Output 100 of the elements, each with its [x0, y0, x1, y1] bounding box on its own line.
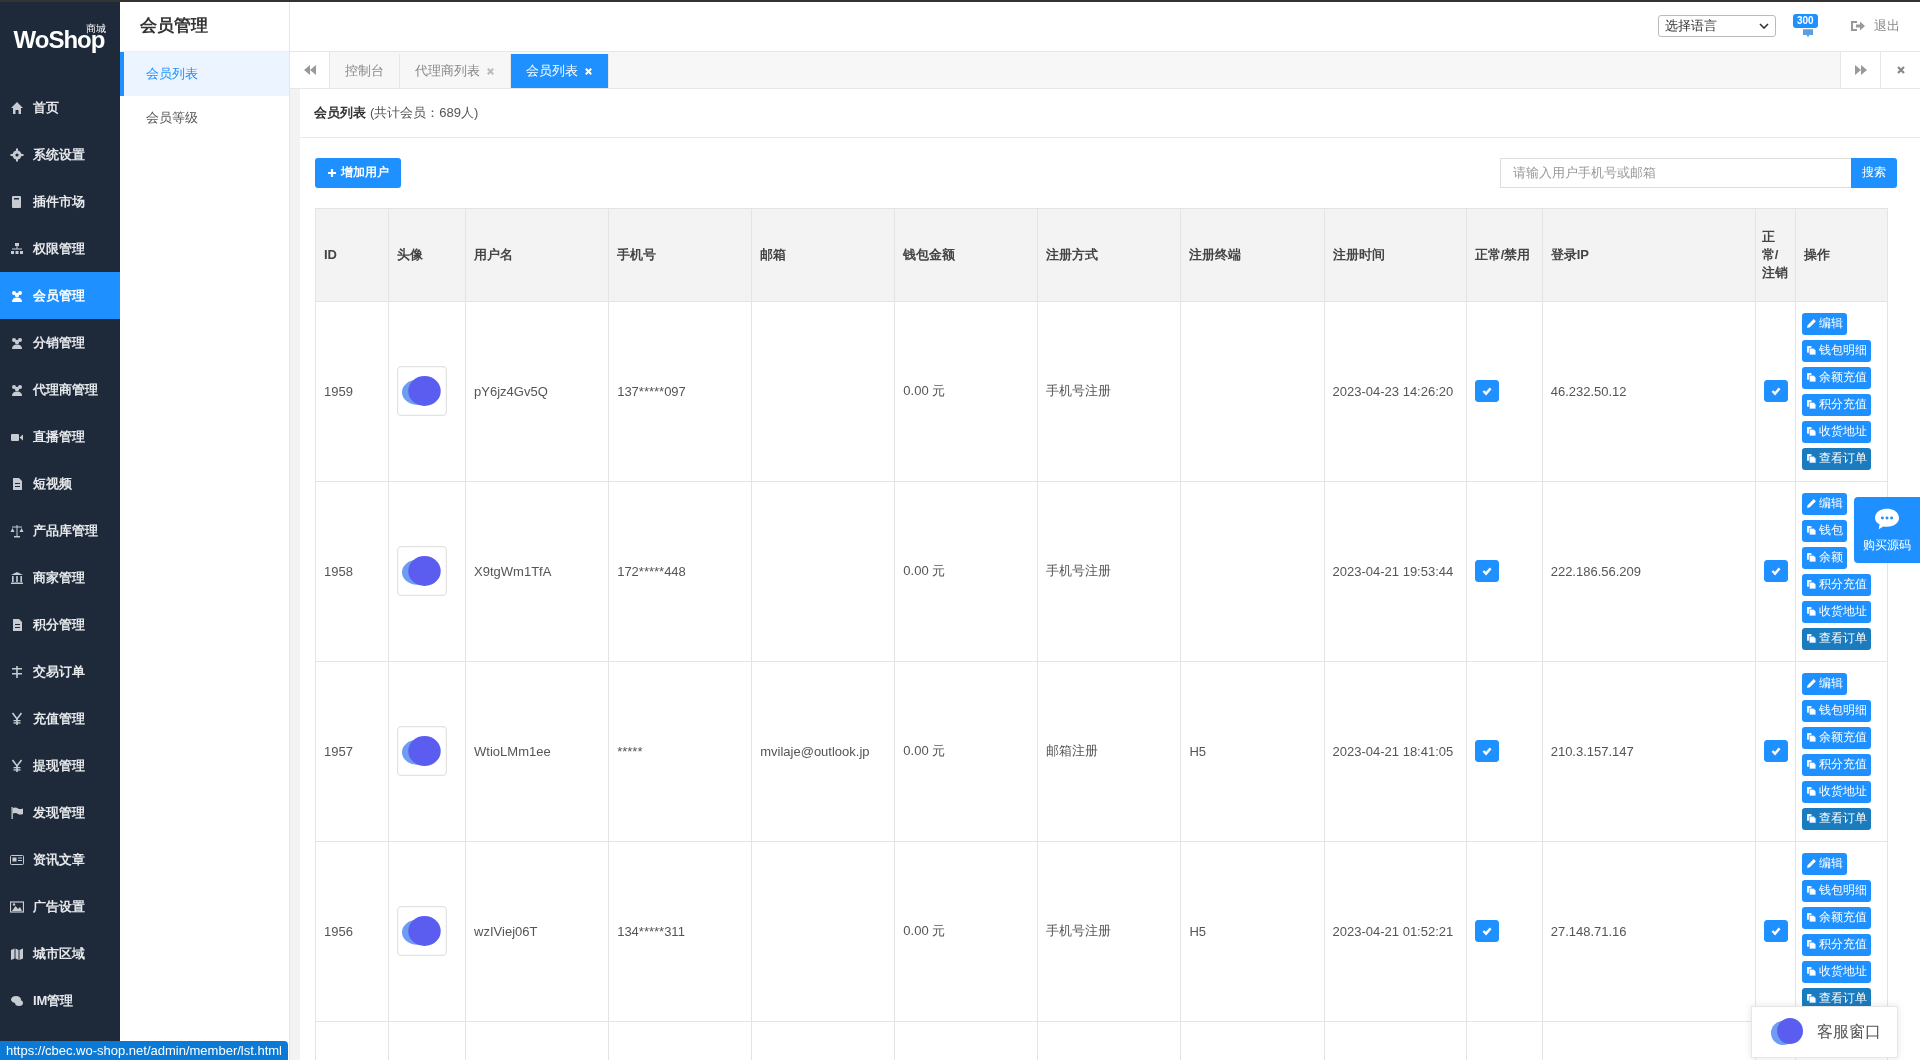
close-all-button[interactable] [1880, 52, 1920, 88]
table-cell: 2023-04-23 14:26:20 [1332, 383, 1454, 399]
copy-icon [1805, 453, 1817, 465]
action-button[interactable]: 收货地址 [1801, 600, 1871, 623]
table-cell: 手机号注册 [1046, 563, 1112, 579]
sidebar-item[interactable]: 权限管理 [0, 225, 120, 272]
action-button[interactable]: 积分充值 [1801, 933, 1871, 956]
check-icon [1769, 385, 1782, 398]
submenu-item[interactable]: 会员列表 [120, 52, 289, 96]
action-button[interactable]: 余额充值 [1801, 366, 1871, 389]
people-icon [10, 335, 24, 350]
table-cell: 0.00 元 [903, 383, 946, 399]
checkbox[interactable] [1763, 380, 1788, 403]
checkbox[interactable] [1763, 920, 1788, 943]
add-user-button[interactable]: 增加用户 [315, 157, 401, 188]
action-button[interactable]: 收货地址 [1801, 780, 1871, 803]
action-button[interactable]: 查看订单 [1801, 447, 1871, 470]
home-icon [10, 100, 24, 115]
action-button[interactable]: 查看订单 [1801, 627, 1871, 650]
image-icon [10, 899, 24, 914]
action-button[interactable]: 收货地址 [1801, 960, 1871, 983]
sidebar-item[interactable]: 直播管理 [0, 413, 120, 460]
action-button[interactable]: 钱包 [1801, 519, 1847, 542]
sidebar-item[interactable]: 发现管理 [0, 789, 120, 836]
search-field[interactable]: 请输入用户手机号或邮箱 [1500, 157, 1851, 188]
action-button[interactable]: 编辑 [1801, 492, 1847, 515]
sidebar-item[interactable]: 插件市场 [0, 178, 120, 225]
action-button[interactable]: 积分充值 [1801, 573, 1871, 596]
sidebar-item[interactable]: 产品库管理 [0, 507, 120, 554]
scroll-left-button[interactable] [290, 52, 330, 88]
language-select[interactable]: 选择语言 [1658, 14, 1776, 37]
checkbox[interactable] [1474, 380, 1499, 403]
action-button[interactable]: 钱包明细 [1801, 339, 1871, 362]
table-cell: 46.232.50.12 [1550, 383, 1627, 399]
sidebar-item[interactable]: 商家管理 [0, 554, 120, 601]
table-cell: 222.186.56.209 [1550, 563, 1642, 579]
sidebar-item[interactable]: 系统设置 [0, 131, 120, 178]
bank-icon [10, 570, 24, 585]
member-count: (共计会员：689人) [370, 103, 479, 122]
column-header: 头像 [388, 208, 466, 302]
search-button[interactable]: 搜索 [1851, 157, 1897, 188]
checkbox[interactable] [1474, 560, 1499, 583]
sidebar-item[interactable]: 提现管理 [0, 742, 120, 789]
logout-link[interactable]: 退出 [1850, 16, 1900, 35]
tab[interactable]: 会员列表 [511, 54, 609, 88]
customer-service-popup[interactable]: 客服窗口 [1751, 1006, 1898, 1058]
tab[interactable]: 控制台 [330, 54, 400, 88]
checkbox[interactable] [1474, 740, 1499, 763]
table-cell: 1957 [324, 743, 353, 759]
checkbox[interactable] [1474, 920, 1499, 943]
table-cell: 1956 [324, 923, 353, 939]
action-button[interactable]: 积分充值 [1801, 753, 1871, 776]
action-button[interactable]: 收货地址 [1801, 420, 1871, 443]
close-icon[interactable] [486, 66, 495, 76]
scroll-right-button[interactable] [1840, 52, 1880, 88]
column-header: ID [315, 208, 389, 302]
sidebar-item[interactable]: 会员管理 [0, 272, 120, 319]
table-cell: 172*****448 [617, 563, 686, 579]
sidebar-item[interactable]: 代理商管理 [0, 366, 120, 413]
action-button[interactable]: 余额充值 [1801, 726, 1871, 749]
copy-icon [1805, 633, 1817, 645]
sidebar-item[interactable]: 首页 [0, 84, 120, 131]
action-button[interactable]: 钱包明细 [1801, 699, 1871, 722]
check-icon [1480, 745, 1493, 758]
column-header: 正常/注销 [1755, 208, 1796, 302]
checkbox[interactable] [1763, 560, 1788, 583]
table-cell: 手机号注册 [1046, 923, 1112, 939]
message-icon[interactable] [1800, 27, 1816, 38]
table-cell: 0.00 元 [903, 743, 946, 759]
sidebar-item[interactable]: IM管理 [0, 977, 120, 1024]
action-button[interactable]: 钱包明细 [1801, 879, 1871, 902]
sidebar-item[interactable]: 分销管理 [0, 319, 120, 366]
action-button[interactable]: 编辑 [1801, 672, 1847, 695]
action-button[interactable]: 编辑 [1801, 852, 1847, 875]
book-icon [10, 194, 24, 209]
copy-icon [1805, 525, 1817, 537]
action-button[interactable]: 余额 [1801, 546, 1847, 569]
copy-icon [1805, 579, 1817, 591]
sidebar-item[interactable]: 交易订单 [0, 648, 120, 695]
gear-icon [10, 147, 24, 162]
checkbox[interactable] [1763, 740, 1788, 763]
copy-icon [1805, 399, 1817, 411]
check-icon [1769, 925, 1782, 938]
status-url: https://cbec.wo-shop.net/admin/member/lst.html [0, 1041, 288, 1060]
sidebar-item[interactable]: 城市区域 [0, 930, 120, 977]
table-cell: 2023-04-21 01:52:21 [1332, 923, 1454, 939]
action-button[interactable]: 余额充值 [1801, 906, 1871, 929]
sidebar-item[interactable]: 积分管理 [0, 601, 120, 648]
people-icon [10, 288, 24, 303]
column-header: 登录IP [1542, 208, 1756, 302]
sidebar-item[interactable]: 短视频 [0, 460, 120, 507]
column-header: 操作 [1795, 208, 1888, 302]
sidebar-item[interactable]: 充值管理 [0, 695, 120, 742]
action-button[interactable]: 查看订单 [1801, 807, 1871, 830]
sidebar-item[interactable]: 广告设置 [0, 883, 120, 930]
submenu-item[interactable]: 会员等级 [120, 96, 289, 140]
sidebar-item[interactable]: 资讯文章 [0, 836, 120, 883]
action-button[interactable]: 编辑 [1801, 312, 1847, 335]
buy-source-widget[interactable]: 购买源码 [1854, 497, 1920, 563]
action-button[interactable]: 积分充值 [1801, 393, 1871, 416]
